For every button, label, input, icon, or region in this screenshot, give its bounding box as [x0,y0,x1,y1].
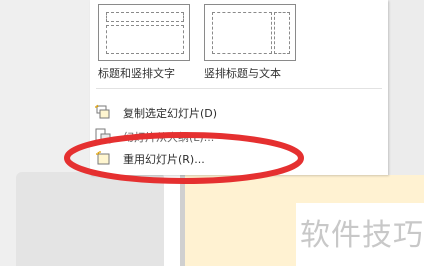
layout-thumbnail [204,4,296,61]
duplicate-slides-item[interactable]: 复制选定幻灯片(D) [90,102,388,122]
duplicate-slide-icon [95,104,111,120]
layout-title-vertical-text[interactable]: 标题和竖排文字 [98,4,190,82]
layout-thumbnail [98,4,190,61]
reuse-slides-icon [95,150,111,166]
thumbnail-pane [16,172,164,266]
menu-item-label: 重用幻灯片(R)... [123,153,205,166]
slides-from-outline-item[interactable]: 幻灯片从大纲(L)... [90,126,388,146]
menu-item-label: 复制选定幻灯片(D) [123,107,218,120]
slide-edge [180,175,185,266]
menu-separator [96,88,382,89]
layout-label: 竖排标题与文本 [204,67,281,80]
right-pane-background [388,0,424,175]
new-slide-dropdown-menu: 标题和竖排文字 竖排标题与文本 复制选定幻灯片(D) 幻灯片从大纲(L)... [90,0,388,175]
slides-from-outline-icon [95,128,111,144]
reuse-slides-item[interactable]: 重用幻灯片(R)... [90,148,388,168]
watermark-text: 软件技巧 [300,218,424,253]
menu-item-label: 幻灯片从大纲(L)... [123,131,215,144]
layout-label: 标题和竖排文字 [98,67,175,80]
layout-vertical-title-text[interactable]: 竖排标题与文本 [204,4,296,82]
